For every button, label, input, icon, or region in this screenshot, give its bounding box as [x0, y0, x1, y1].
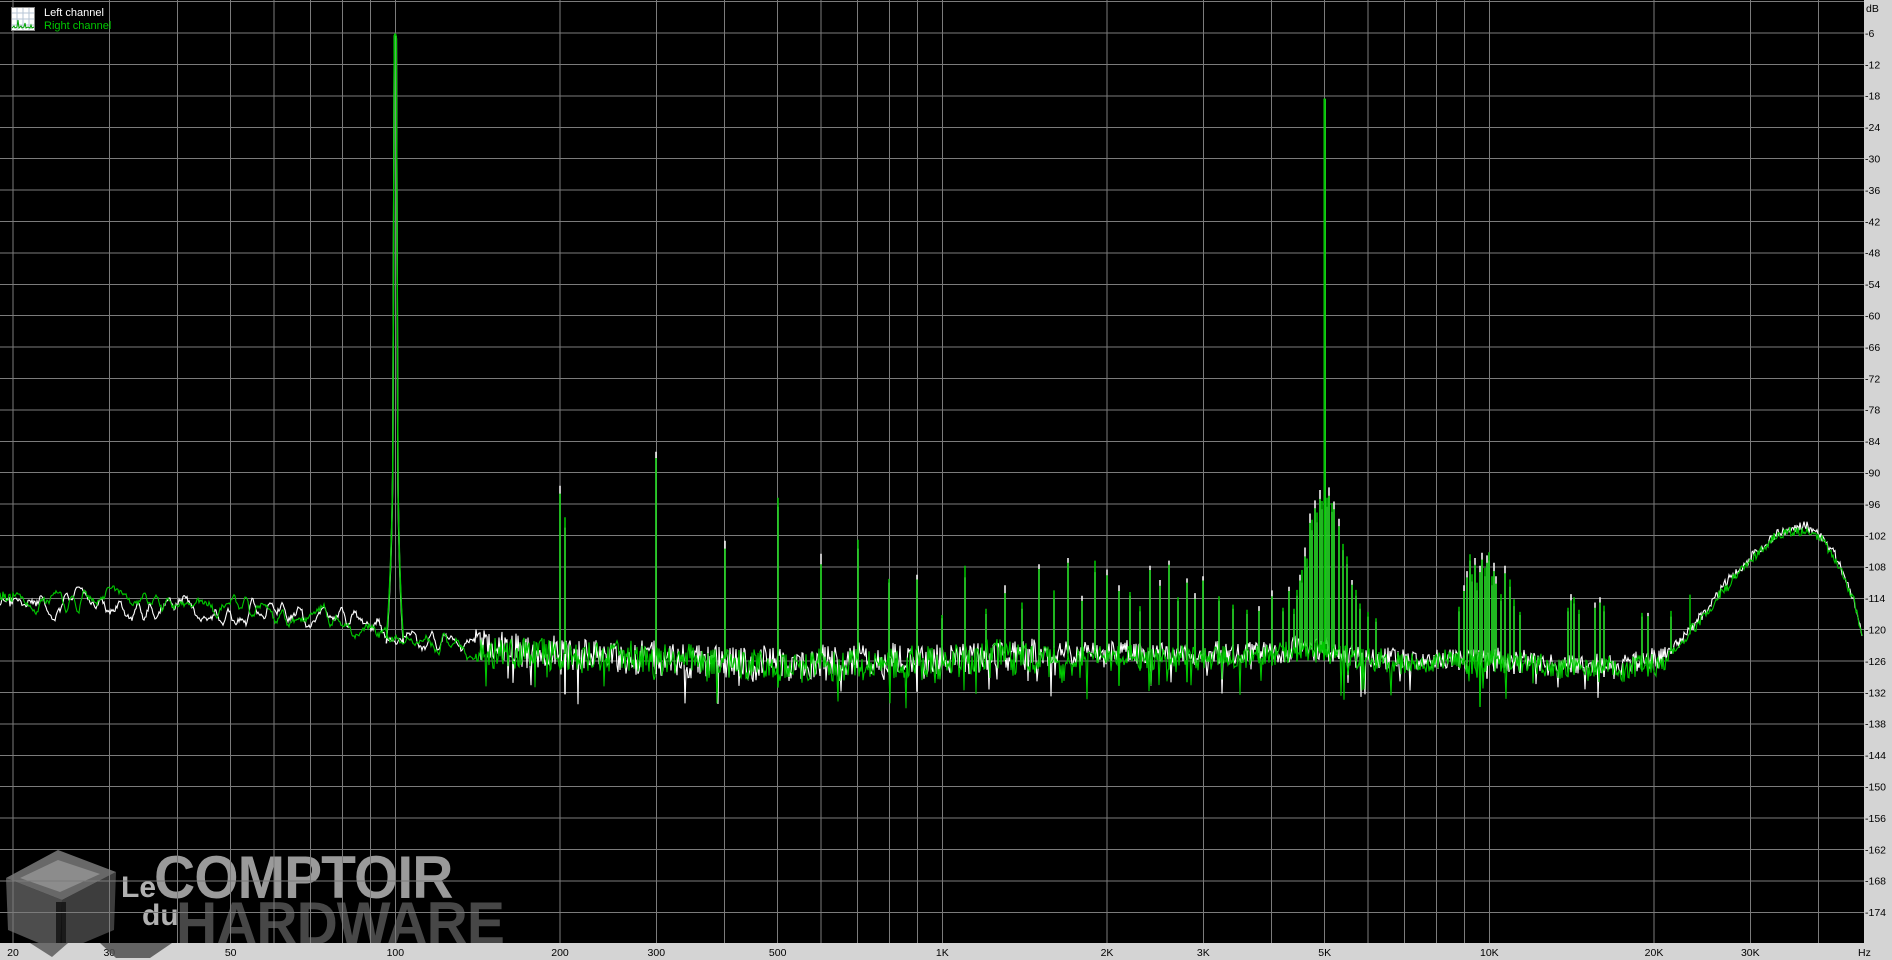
y-axis-tick-label: -132 — [1865, 687, 1886, 699]
x-axis-tick-label: 10K — [1480, 947, 1499, 959]
watermark-du: du — [142, 899, 179, 932]
x-axis-tick-label: 20 — [7, 947, 19, 959]
x-axis-tick-label: 500 — [769, 947, 787, 959]
y-axis-tick-label: -42 — [1865, 216, 1880, 228]
x-axis-tick-label: 2K — [1101, 947, 1114, 959]
y-axis-tick-label: -12 — [1865, 59, 1880, 71]
y-axis-tick-label: -108 — [1865, 562, 1886, 574]
spectrum-plot: LeCOMPTOIRduHARDWARE dB -6 -12 -18 -24 -30 -36 -… — [0, 0, 1892, 960]
y-axis-tick-label: -120 — [1865, 624, 1886, 636]
y-axis-tick-label: -18 — [1865, 91, 1880, 103]
y-axis-tick-label: -60 — [1865, 310, 1880, 322]
legend-left-channel: Left channel — [44, 7, 111, 20]
legend: Left channel Right channel — [11, 7, 111, 33]
watermark-logo: LeCOMPTOIRduHARDWARE — [6, 845, 504, 958]
y-axis-tick-label: -54 — [1865, 279, 1880, 291]
y-axis-tick-label: -78 — [1865, 405, 1880, 417]
x-axis-tick-label: 20K — [1645, 947, 1664, 959]
x-axis-tick-label: 1K — [936, 947, 949, 959]
y-axis-unit-label: dB — [1866, 3, 1879, 15]
y-axis-tick-label: -84 — [1865, 436, 1880, 448]
y-axis-tick-label: -156 — [1865, 813, 1886, 825]
x-axis-tick-label: 100 — [387, 947, 405, 959]
y-axis-tick-label: -174 — [1865, 907, 1886, 919]
y-axis-tick-label: -114 — [1865, 593, 1885, 605]
y-axis-tick-label: -66 — [1865, 342, 1880, 354]
y-axis-tick-label: -162 — [1865, 844, 1886, 856]
x-axis-tick-label: 200 — [551, 947, 569, 959]
x-axis-tick-label: 50 — [225, 947, 237, 959]
y-axis-tick-label: -144 — [1865, 750, 1886, 762]
y-axis-tick-label: -168 — [1865, 876, 1886, 888]
y-axis-tick-label: -6 — [1865, 28, 1874, 40]
y-axis-tick-label: -30 — [1865, 153, 1880, 165]
x-axis-tick-label: 5K — [1318, 947, 1331, 959]
y-axis-tick-label: -150 — [1865, 781, 1886, 793]
x-axis-tick-label: 3K — [1197, 947, 1210, 959]
x-axis-tick-label: 30K — [1741, 947, 1760, 959]
legend-right-channel: Right channel — [44, 20, 111, 33]
spectrum-thumbnail-icon — [11, 7, 35, 31]
y-axis-tick-label: -138 — [1865, 719, 1886, 731]
y-axis-tick-label: -24 — [1865, 122, 1880, 134]
x-axis-tick-label: 300 — [648, 947, 666, 959]
y-axis-tick-label: -72 — [1865, 373, 1880, 385]
x-axis-unit-label: Hz — [1858, 947, 1871, 959]
plot-background — [0, 0, 1892, 960]
y-axis-tick-label: -96 — [1865, 499, 1880, 511]
y-axis-tick-label: -102 — [1865, 530, 1886, 542]
y-axis-tick-label: -90 — [1865, 467, 1880, 479]
y-axis-tick-label: -36 — [1865, 185, 1880, 197]
y-axis-tick-label: -126 — [1865, 656, 1886, 668]
y-axis-tick-label: -48 — [1865, 248, 1880, 260]
spectrum-analyzer-view: LeCOMPTOIRduHARDWARE dB -6 -12 -18 -24 -30 -36 -… — [0, 0, 1892, 960]
